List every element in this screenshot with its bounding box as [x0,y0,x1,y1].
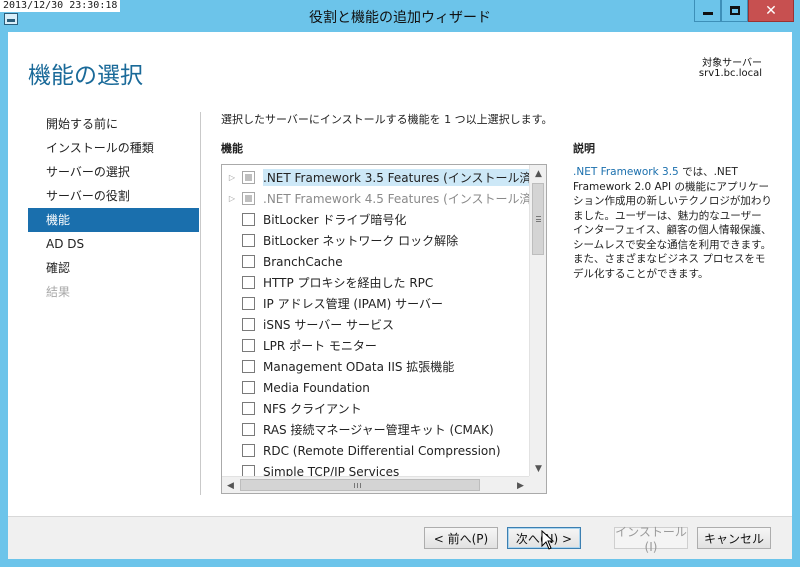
nav-item-before-you-begin[interactable]: 開始する前に [28,112,199,136]
scroll-right-arrow-icon[interactable]: ▶ [512,477,529,493]
feature-row-cmak[interactable]: RAS 接続マネージャー管理キット (CMAK) [222,419,529,440]
close-button[interactable]: ✕ [748,0,794,22]
feature-label: RDC (Remote Differential Compression) [263,443,501,458]
feature-label: .NET Framework 3.5 Features (インストール済み [263,169,529,186]
feature-row-simple-tcpip[interactable]: Simple TCP/IP Services [222,461,529,477]
feature-label: BitLocker ネットワーク ロック解除 [263,234,459,248]
scroll-up-arrow-icon[interactable]: ▲ [530,165,546,182]
horizontal-scrollbar[interactable]: ◀ ▶ [222,476,529,493]
target-server-label: 対象サーバー [702,58,762,69]
feature-checkbox[interactable] [242,339,255,352]
feature-row-rdc[interactable]: RDC (Remote Differential Compression) [222,440,529,461]
feature-description: .NET Framework 3.5 では、.NET Framework 2.0… [573,165,773,281]
feature-checkbox[interactable] [242,444,255,457]
expand-arrow-icon[interactable]: ▷ [222,194,242,203]
feature-row-bitlocker-network-unlock[interactable]: BitLocker ネットワーク ロック解除 [222,230,529,251]
feature-checkbox[interactable] [242,171,255,184]
feature-checkbox[interactable] [242,255,255,268]
minimize-icon [702,12,713,15]
cancel-button[interactable]: キャンセル [697,527,771,549]
wizard-button-bar: < 前へ(P) 次へ(N) > インストール(I) キャンセル [8,516,792,559]
feature-checkbox[interactable] [242,213,255,226]
feature-row-branchcache[interactable]: BranchCache [222,251,529,272]
feature-label: iSNS サーバー サービス [263,318,395,332]
feature-checkbox[interactable] [242,360,255,373]
feature-checkbox[interactable] [242,297,255,310]
feature-row-ipam[interactable]: IP アドレス管理 (IPAM) サーバー [222,293,529,314]
feature-checkbox[interactable] [242,192,255,205]
scrollbar-corner [529,476,546,493]
previous-button[interactable]: < 前へ(P) [424,527,498,549]
minimize-button[interactable] [694,0,721,22]
description-body: では、.NET Framework 2.0 API の機能にアプリケーション作成… [573,166,772,280]
feature-label: NFS クライアント [263,402,362,416]
install-button: インストール(I) [614,524,688,554]
nav-item-features[interactable]: 機能 [28,208,199,232]
feature-label: HTTP プロキシを経由した RPC [263,276,434,290]
scroll-left-arrow-icon[interactable]: ◀ [222,477,239,493]
vertical-scroll-thumb[interactable] [532,183,544,255]
maximize-icon [729,6,740,15]
features-rows: ▷ .NET Framework 3.5 Features (インストール済み … [222,165,529,477]
mouse-pointer-icon [541,530,555,550]
feature-checkbox[interactable] [242,381,255,394]
wizard-nav: 開始する前に インストールの種類 サーバーの選択 サーバーの役割 機能 AD D… [28,112,199,304]
feature-row-media-foundation[interactable]: Media Foundation [222,377,529,398]
feature-row-lpr-port-monitor[interactable]: LPR ポート モニター [222,335,529,356]
instruction-text: 選択したサーバーにインストールする機能を 1 つ以上選択します。 [221,113,553,126]
vertical-scrollbar[interactable]: ▲ ▼ [529,165,546,477]
feature-row-nfs-client[interactable]: NFS クライアント [222,398,529,419]
description-feature-link: .NET Framework 3.5 [573,166,679,178]
scroll-down-arrow-icon[interactable]: ▼ [530,460,546,477]
feature-checkbox[interactable] [242,234,255,247]
feature-label: Media Foundation [263,380,370,395]
feature-checkbox[interactable] [242,402,255,415]
feature-row-netfx45[interactable]: ▷ .NET Framework 4.5 Features (インストール済み [222,188,529,209]
feature-row-bitlocker[interactable]: BitLocker ドライブ暗号化 [222,209,529,230]
page-title: 機能の選択 [28,63,143,89]
feature-checkbox[interactable] [242,318,255,331]
nav-item-installation-type[interactable]: インストールの種類 [28,136,199,160]
expand-arrow-icon[interactable]: ▷ [222,173,242,182]
nav-divider [200,112,201,495]
feature-label: Management OData IIS 拡張機能 [263,360,455,374]
feature-checkbox[interactable] [242,276,255,289]
feature-row-isns[interactable]: iSNS サーバー サービス [222,314,529,335]
feature-label: RAS 接続マネージャー管理キット (CMAK) [263,423,494,437]
nav-item-server-selection[interactable]: サーバーの選択 [28,160,199,184]
horizontal-scroll-thumb[interactable] [240,479,480,491]
screen-timestamp: 2013/12/30 23:30:18 [0,0,121,12]
grip-icon [536,216,541,222]
feature-label: BitLocker ドライブ暗号化 [263,213,407,227]
nav-item-confirmation[interactable]: 確認 [28,256,199,280]
feature-label: IP アドレス管理 (IPAM) サーバー [263,297,444,311]
feature-label: .NET Framework 4.5 Features (インストール済み [263,192,529,206]
feature-row-management-odata[interactable]: Management OData IIS 拡張機能 [222,356,529,377]
wizard-client-area: 機能の選択 対象サーバー srv1.bc.local 開始する前に インストール… [8,32,792,559]
nav-item-results: 結果 [46,285,71,299]
close-icon: ✕ [765,2,777,19]
nav-item-server-roles[interactable]: サーバーの役割 [28,184,199,208]
features-tree-list[interactable]: ▷ .NET Framework 3.5 Features (インストール済み … [221,164,547,494]
maximize-button[interactable] [721,0,748,22]
target-server-name: srv1.bc.local [698,68,762,79]
feature-label: LPR ポート モニター [263,339,377,353]
features-heading: 機能 [221,142,243,155]
feature-label: BranchCache [263,254,343,269]
description-heading: 説明 [573,142,595,155]
grip-icon [354,483,361,488]
feature-row-netfx35[interactable]: ▷ .NET Framework 3.5 Features (インストール済み [222,167,529,188]
feature-checkbox[interactable] [242,423,255,436]
feature-row-rpc-over-http[interactable]: HTTP プロキシを経由した RPC [222,272,529,293]
nav-item-ad-ds[interactable]: AD DS [28,232,199,256]
